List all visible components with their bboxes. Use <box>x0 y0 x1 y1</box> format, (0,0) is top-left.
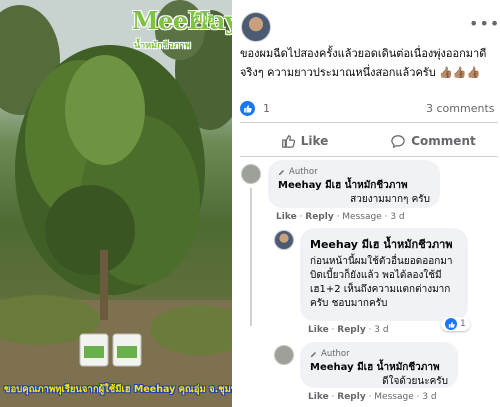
brand-thai-name: มีเฮ <box>194 12 215 27</box>
comment-like-link[interactable]: Like <box>308 392 329 402</box>
comment-text: ดีใจด้วยนะครับ <box>382 376 448 387</box>
author-badge: Author <box>310 347 448 361</box>
comment-message-link[interactable]: Message <box>374 392 413 402</box>
comment-icon <box>391 135 405 148</box>
like-reaction-icon <box>240 101 255 116</box>
comment-text: สวยงามมากๆ ครับ <box>350 194 430 205</box>
post-actions: Like Comment <box>240 126 498 156</box>
comments-count-link[interactable]: 3 comments <box>426 102 495 115</box>
divider <box>240 156 498 157</box>
post-panel: ••• ของผมฉีดไปสองครั้งแล้วยอดเดินต่อเนื่… <box>232 0 500 407</box>
comment-like-link[interactable]: Like <box>308 325 329 335</box>
comment-message-link[interactable]: Message <box>342 212 381 222</box>
comment-like-link[interactable]: Like <box>276 212 297 222</box>
thumbs-up-emoji-row: 👍🏽👍🏽👍🏽 <box>439 66 481 79</box>
comment-author-name[interactable]: Meehay มีเฮ น้ำหมักชีวภาพ <box>278 179 430 193</box>
comment-time: 3 d <box>422 392 437 402</box>
brand-logo: MeeHay มีเฮ น้ำหมักชีวภาพ <box>132 6 232 54</box>
comment-label: Comment <box>411 134 476 148</box>
comment-button[interactable]: Comment <box>369 126 498 156</box>
comment-text: ก่อนหน้านี้ผมใช้ตัวอื่นยอดออกมาบิดเบี้ยว… <box>310 256 453 309</box>
poster-avatar[interactable] <box>241 12 271 42</box>
reaction-summary[interactable]: 1 <box>240 101 270 116</box>
divider <box>240 122 498 123</box>
comment-time: 3 d <box>390 212 405 222</box>
comment-reply-link[interactable]: Reply <box>337 325 365 335</box>
more-options-icon[interactable]: ••• <box>469 14 500 33</box>
tree-illustration <box>0 0 232 407</box>
pencil-icon <box>311 352 316 357</box>
like-reaction-icon <box>445 318 457 330</box>
photo-caption: ขอบคุณภาพทุเรียนจากผู้ใช้มีเฮ Meehay คุณ… <box>4 384 232 395</box>
brand-name: MeeHay <box>132 6 232 35</box>
commenter-avatar[interactable] <box>274 345 294 365</box>
comment-time: 3 d <box>374 325 389 335</box>
comment-meta: Like · Reply · Message · 3 d <box>308 392 437 402</box>
reaction-count: 1 <box>263 102 270 115</box>
comment-author-name[interactable]: Meehay มีเฮ น้ำหมักชีวภาพ <box>310 238 458 252</box>
comment-author-name[interactable]: Meehay มีเฮ น้ำหมักชีวภาพ <box>310 361 448 375</box>
comment-reaction-badge[interactable]: 1 <box>441 317 470 331</box>
comment-bubble: Author Meehay มีเฮ น้ำหมักชีวภาพ สวยงามม… <box>268 160 440 208</box>
thumbs-up-icon <box>281 135 295 148</box>
author-badge: Author <box>278 165 430 179</box>
pencil-icon <box>279 170 284 175</box>
like-button[interactable]: Like <box>240 126 369 156</box>
durian-tree-photo: MeeHay มีเฮ น้ำหมักชีวภาพ ขอบคุณภาพทุเรี… <box>0 0 232 407</box>
comment-bubble: Meehay มีเฮ น้ำหมักชีวภาพ ก่อนหน้านี้ผมใ… <box>300 228 468 321</box>
post-text: ของผมฉีดไปสองครั้งแล้วยอดเดินต่อเนื่องพุ… <box>240 44 498 82</box>
comment-reply-link[interactable]: Reply <box>305 212 333 222</box>
comment-bubble: Author Meehay มีเฮ น้ำหมักชีวภาพ ดีใจด้ว… <box>300 342 458 388</box>
brand-tagline: น้ำหมักชีวภาพ <box>134 41 191 51</box>
comment-reply-link[interactable]: Reply <box>337 392 365 402</box>
comment-meta: Like · Reply · 3 d <box>308 325 389 335</box>
commenter-avatar[interactable] <box>274 230 294 250</box>
comment-meta: Like · Reply · Message · 3 d <box>276 212 405 222</box>
commenter-avatar[interactable] <box>241 164 261 184</box>
comment-reaction-count: 1 <box>460 319 466 329</box>
thread-line <box>250 188 252 326</box>
like-label: Like <box>300 134 329 148</box>
